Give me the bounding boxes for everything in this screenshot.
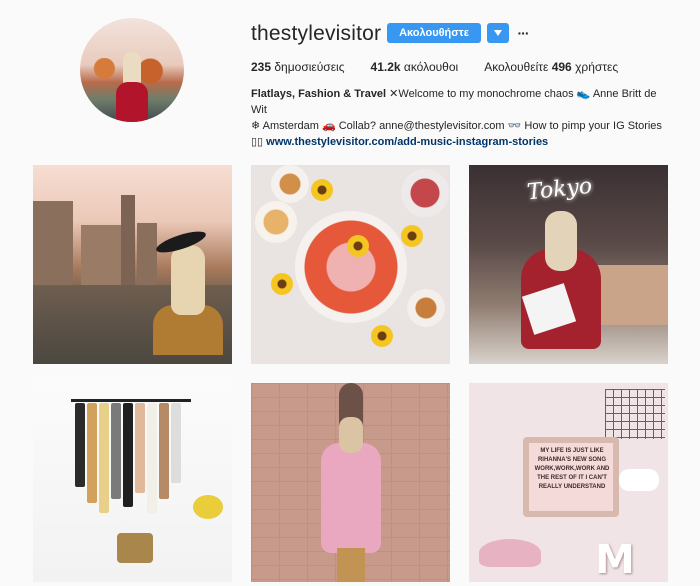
follow-button[interactable]: Ακολουθήστε bbox=[387, 23, 481, 43]
profile-stats: 235 δημοσιεύσεις 41.2k ακόλουθοι Ακολουθ… bbox=[251, 60, 644, 74]
post-thumbnail[interactable] bbox=[251, 383, 450, 582]
suggestions-dropdown-button[interactable] bbox=[487, 23, 509, 43]
bio-line-1: Flatlays, Fashion & Travel ✕Welcome to m… bbox=[251, 86, 671, 118]
followers-label: ακόλουθοι bbox=[403, 60, 459, 74]
posts-stat: 235 δημοσιεύσεις bbox=[251, 60, 345, 74]
avatar-person bbox=[114, 52, 150, 122]
bio-name: Flatlays, Fashion & Travel bbox=[251, 88, 387, 100]
bio-website-link[interactable]: www.thestylevisitor.com/add-music-instag… bbox=[266, 136, 548, 148]
profile-avatar[interactable] bbox=[80, 18, 184, 122]
post-thumbnail[interactable] bbox=[251, 165, 450, 364]
following-prefix: Ακολουθείτε bbox=[484, 60, 549, 74]
post-thumbnail[interactable]: Tokyo bbox=[469, 165, 668, 364]
posts-count: 235 bbox=[251, 60, 272, 74]
profile-bio: Flatlays, Fashion & Travel ✕Welcome to m… bbox=[251, 86, 671, 150]
bio-line-3: ▯▯ www.thestylevisitor.com/add-music-ins… bbox=[251, 134, 671, 150]
followers-count: 41.2k bbox=[370, 60, 401, 74]
following-suffix: χρήστες bbox=[575, 60, 619, 74]
letter-decor: M bbox=[595, 537, 635, 582]
more-options-button[interactable]: ··· bbox=[516, 24, 530, 42]
neon-sign-text: Tokyo bbox=[525, 173, 594, 206]
bio-line-2: ❄ Amsterdam 🚗 Collab? anne@thestylevisit… bbox=[251, 120, 662, 132]
profile-username: thestylevisitor bbox=[251, 22, 382, 45]
post-thumbnail[interactable]: MY LIFE IS JUST LIKE RIHANNA'S NEW SONG … bbox=[469, 383, 668, 582]
post-thumbnail[interactable] bbox=[33, 383, 232, 582]
chevron-down-icon bbox=[494, 30, 502, 36]
bio-line-3-prefix: ▯▯ bbox=[251, 136, 267, 148]
letterboard-text: MY LIFE IS JUST LIKE RIHANNA'S NEW SONG … bbox=[534, 448, 610, 490]
post-thumbnail[interactable] bbox=[33, 165, 232, 364]
following-stat[interactable]: Ακολουθείτε 496 χρήστες bbox=[484, 60, 618, 74]
following-count: 496 bbox=[551, 60, 572, 74]
posts-label: δημοσιεύσεις bbox=[274, 60, 345, 74]
followers-stat[interactable]: 41.2k ακόλουθοι bbox=[371, 60, 459, 74]
